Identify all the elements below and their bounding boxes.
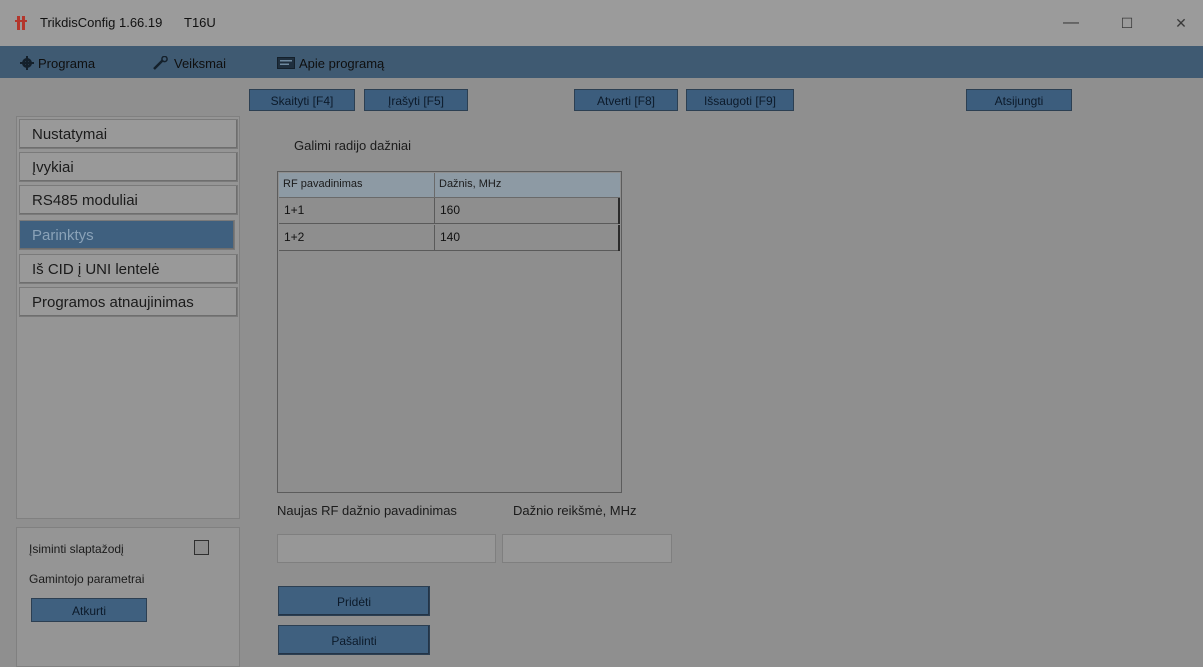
password-panel: Įsiminti slaptažodį Gamintojo parametrai… [16, 527, 240, 667]
disconnect-button[interactable]: Atsijungti [966, 89, 1072, 111]
menu-veiksmai-label: Veiksmai [174, 55, 227, 71]
remember-password-checkbox[interactable] [194, 540, 209, 555]
frequency-table: RF pavadinimas Dažnis, MHz 1+1 160 1+2 1… [277, 171, 622, 493]
cell-rf-name: 1+1 [284, 203, 305, 217]
window-device-model: T16U [184, 15, 216, 30]
sidebar-item-ivykiai[interactable]: Įvykiai [19, 152, 238, 182]
write-button[interactable]: Įrašyti [F5] [364, 89, 468, 111]
remember-password-label: Įsiminti slaptažodį [29, 542, 124, 556]
title-bar: TrikdisConfig 1.66.19 T16U — ☐ ✕ [0, 0, 1203, 46]
menu-apie-programa-label: Apie programą [299, 55, 385, 71]
minimize-button[interactable]: — [1056, 12, 1086, 34]
sidebar-item-parinktys[interactable]: Parinktys [19, 220, 235, 250]
restore-button[interactable]: Atkurti [31, 598, 147, 622]
cell-divider [434, 225, 435, 251]
sidebar-item-rs485-moduliai[interactable]: RS485 moduliai [19, 185, 238, 215]
table-row[interactable]: 1+1 160 [279, 198, 620, 224]
frequency-value-input[interactable] [502, 534, 672, 563]
menu-veiksmai[interactable]: Veiksmai [152, 54, 226, 72]
menu-programa[interactable]: Programa [20, 54, 95, 72]
save-button[interactable]: Išsaugoti [F9] [686, 89, 794, 111]
menu-bar: Programa Veiksmai Apie programą [0, 46, 1203, 78]
read-button[interactable]: Skaityti [F4] [249, 89, 355, 111]
cell-rf-name: 1+2 [284, 230, 305, 244]
info-card-icon [277, 57, 295, 69]
app-logo-icon [15, 16, 27, 30]
table-row[interactable]: 1+2 140 [279, 225, 620, 251]
wrench-icon [153, 56, 168, 70]
new-rf-name-input[interactable] [277, 534, 496, 563]
menu-programa-label: Programa [38, 55, 96, 71]
row-edge [618, 198, 620, 224]
gear-icon [20, 56, 34, 70]
sidebar: Nustatymai Įvykiai RS485 moduliai Parink… [16, 116, 240, 519]
cell-divider [434, 198, 435, 224]
sidebar-item-nustatymai[interactable]: Nustatymai [19, 119, 238, 149]
section-title: Galimi radijo dažniai [294, 138, 412, 153]
close-button[interactable]: ✕ [1166, 12, 1196, 34]
factory-params-label: Gamintojo parametrai [29, 572, 145, 586]
sidebar-item-cid-uni-lentele[interactable]: Iš CID į UNI lentelė [19, 254, 238, 284]
row-edge [618, 225, 620, 251]
column-header-rf-name[interactable]: RF pavadinimas [283, 178, 362, 190]
maximize-button[interactable]: ☐ [1112, 12, 1142, 34]
open-button[interactable]: Atverti [F8] [574, 89, 678, 111]
add-button[interactable]: Pridėti [278, 586, 430, 616]
frequency-value-label: Dažnio reikšmė, MHz [513, 503, 637, 518]
window-title: TrikdisConfig 1.66.19 [40, 15, 163, 30]
menu-apie-programa[interactable]: Apie programą [277, 54, 384, 72]
remove-button[interactable]: Pašalinti [278, 625, 430, 655]
sidebar-item-programos-atnaujinimas[interactable]: Programos atnaujinimas [19, 287, 238, 317]
cell-frequency: 160 [440, 203, 461, 217]
column-divider [434, 173, 435, 197]
new-rf-name-label: Naujas RF dažnio pavadinimas [277, 503, 457, 518]
table-header: RF pavadinimas Dažnis, MHz [279, 173, 620, 198]
cell-frequency: 140 [440, 230, 461, 244]
column-header-frequency[interactable]: Dažnis, MHz [439, 178, 501, 190]
